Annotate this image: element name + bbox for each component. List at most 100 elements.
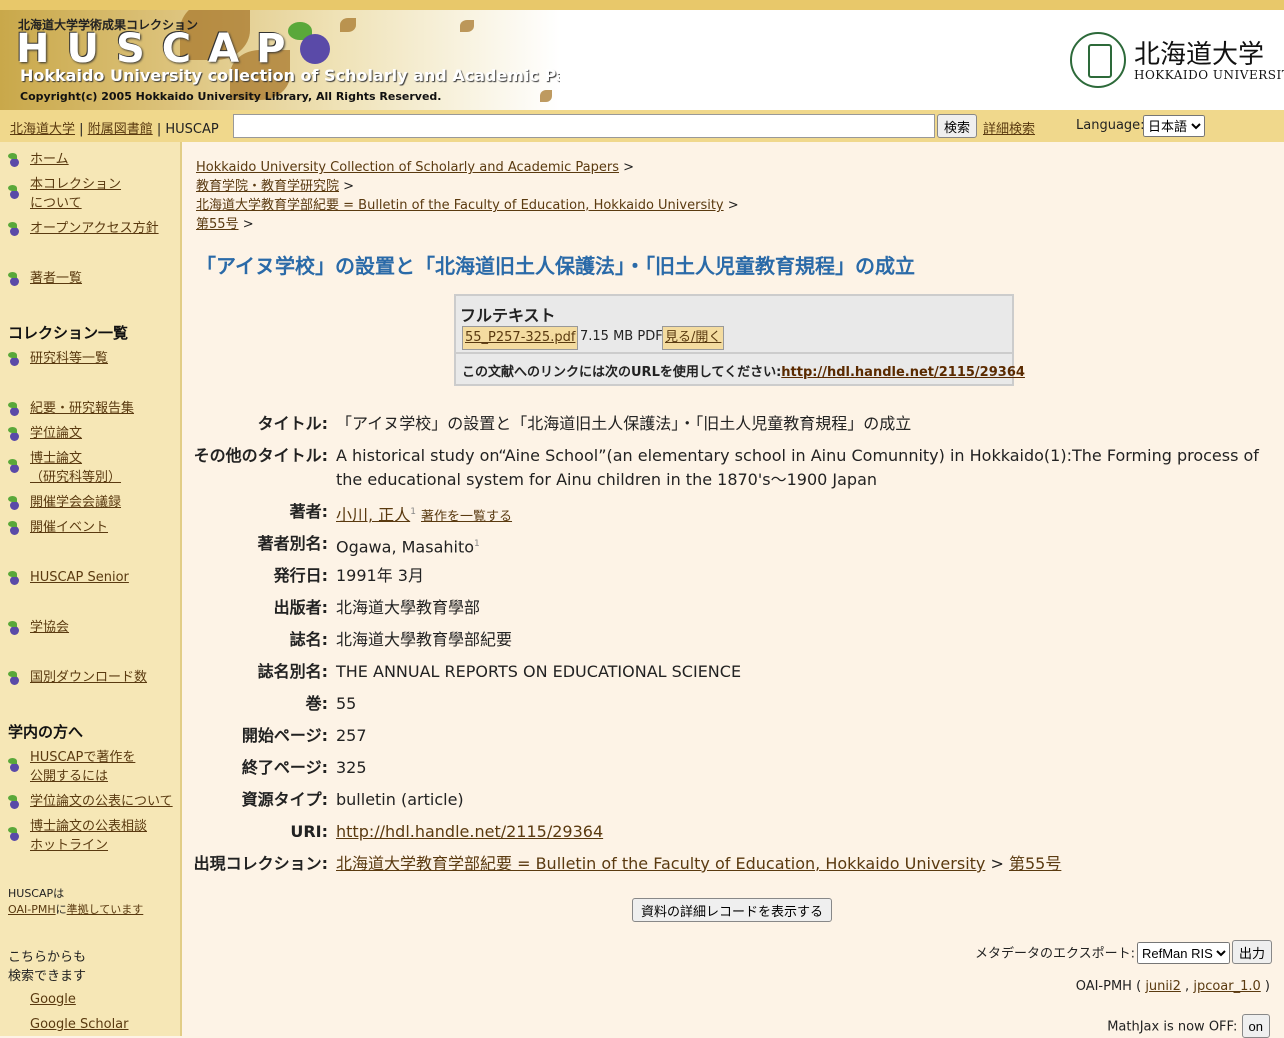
sidebar-link[interactable]: 国別ダウンロード数 [30,668,147,687]
mathjax-toggle: MathJax is now OFF: on [1107,1014,1270,1038]
leaf-decoration [460,20,474,32]
sidebar-link[interactable]: 本コレクション について [30,175,121,213]
language-label: Language: [1076,118,1145,133]
author-alt-sup: 1 [474,539,480,549]
sidebar-link[interactable]: 博士論文の公表相談 ホットライン [30,817,147,855]
sidebar-link[interactable]: オープンアクセス方針 [30,219,159,238]
permalink-label: この文献へのリンクには次のURLを使用してください: [462,365,782,380]
language-select[interactable]: 日本語 [1143,115,1205,137]
search-button[interactable]: 検索 [937,114,978,138]
sidebar-link[interactable]: 学協会 [30,618,69,637]
metadata-label: 誌名: [289,630,328,649]
sidebar-link[interactable]: HUSCAP Senior [30,568,129,587]
breadcrumb-link[interactable]: 教育学院・教育学研究院 [196,179,339,194]
huscap-banner[interactable]: 北海道大学学術成果コレクション HUSCAP Hokkaido Universi… [0,10,560,110]
huscap-bullet-icon [8,758,22,772]
leaf-decoration [540,90,552,102]
breadcrumb-separator: > [242,217,254,232]
nav-separator: | [156,122,162,137]
university-name-en: HOKKAIDO UNIVERSITY [1134,68,1284,82]
sidebar-link[interactable]: 開催イベント [30,518,108,537]
sidebar-link[interactable]: 学位論文 [30,424,82,443]
oai-compliance-link[interactable]: 準拠しています [67,903,144,916]
google-link[interactable]: Google [30,992,76,1007]
oai-note-text: HUSCAPは [8,887,65,900]
sidebar-link[interactable]: 開催学会会議録 [30,493,121,512]
metadata-value: 1991年 3月 [336,566,424,585]
sidebar-link[interactable]: 紀要・研究報告集 [30,399,134,418]
fulltext-file-link[interactable]: 55_P257-325.pdf [462,326,579,350]
export-button[interactable]: 出力 [1231,940,1272,964]
export-format-select[interactable]: RefMan RIS [1136,942,1230,964]
sidebar-link[interactable]: ホーム [30,150,69,169]
huscap-bullet-icon [8,427,22,441]
oai-jpcoar-link[interactable]: jpcoar_1.0 [1193,979,1260,994]
sidebar-item-home[interactable]: ホーム [8,150,69,169]
file-size: 7.15 MB [580,329,634,344]
show-detail-record-button[interactable]: 資料の詳細レコードを表示する [632,898,833,922]
sidebar-link[interactable]: 博士論文 （研究科等別） [30,449,121,487]
leaf-decoration [340,18,356,32]
sidebar-item-oa-policy[interactable]: オープンアクセス方針 [8,219,159,238]
metadata-value: 北海道大學教育學部 [336,598,481,617]
site-header: 北海道大学学術成果コレクション HUSCAP Hokkaido Universi… [0,10,1284,110]
sidebar-item-doctoral[interactable]: 博士論文 （研究科等別） [8,449,121,487]
mathjax-on-button[interactable]: on [1241,1014,1270,1038]
fulltext-open-link[interactable]: 見る/開く [662,326,725,350]
nav-link-university[interactable]: 北海道大学 [10,122,75,137]
sidebar-link[interactable]: 学位論文の公表について [30,792,173,811]
metadata-value: THE ANNUAL REPORTS ON EDUCATIONAL SCIENC… [336,662,742,681]
oai-junii2-link[interactable]: junii2 [1145,979,1181,994]
metadata-value: bulletin (article) [336,790,464,809]
nav-bar: 北海道大学 | 附属図書館 | HUSCAP 検索 詳細検索 Language:… [0,110,1284,142]
breadcrumb-link[interactable]: 北海道大学教育学部紀要 = Bulletin of the Faculty of… [196,198,724,213]
search-input[interactable] [233,114,935,138]
breadcrumb-separator: > [623,160,635,175]
google-scholar-link[interactable]: Google Scholar [30,1017,129,1032]
sidebar-item-departments[interactable]: 研究科等一覧 [8,349,108,368]
banner-copyright: Copyright(c) 2005 Hokkaido University Li… [20,90,442,103]
banner-subtitle: Hokkaido University collection of Schola… [20,66,560,85]
breadcrumb-link[interactable]: 第55号 [196,217,239,232]
metadata-value: 北海道大學教育學部紀要 [336,630,513,649]
search-here-text: 検索できます [8,969,87,984]
collection-issue-link[interactable]: 第55号 [1009,854,1061,873]
sidebar-item-doctoral-hotline[interactable]: 博士論文の公表相談 ホットライン [8,817,147,855]
hokkaido-university-logo[interactable]: 北海道大学 HOKKAIDO UNIVERSITY [1070,32,1284,90]
sidebar-item-theses[interactable]: 学位論文 [8,424,82,443]
sidebar-item-conference[interactable]: 開催学会会議録 [8,493,121,512]
sidebar-item-bulletins[interactable]: 紀要・研究報告集 [8,399,134,418]
sidebar-item-downloads[interactable]: 国別ダウンロード数 [8,668,147,687]
collection-link[interactable]: 北海道大学教育学部紀要 = Bulletin of the Faculty of… [336,854,985,873]
author-alt-name: Ogawa, Masahito [336,537,475,557]
sidebar-item-about[interactable]: 本コレクション について [8,175,121,213]
sidebar-link[interactable]: HUSCAPで著作を 公開するには [30,748,135,786]
collection-separator: > [990,854,1004,873]
sidebar-item-thesis-publish[interactable]: 学位論文の公表について [8,792,173,811]
advanced-search-link[interactable]: 詳細検索 [983,118,1035,137]
export-label: メタデータのエクスポート: [974,946,1135,962]
sidebar-item-senior[interactable]: HUSCAP Senior [8,568,129,587]
metadata-value: 257 [336,726,367,745]
sidebar-item-authors[interactable]: 著者一覧 [8,269,82,288]
sidebar-item-societies[interactable]: 学協会 [8,618,69,637]
oai-comma: , [1185,979,1190,994]
sidebar-heading-collections: コレクション一覧 [8,324,129,342]
sidebar-item-events[interactable]: 開催イベント [8,518,108,537]
author-works-link[interactable]: 著作を一覧する [421,509,512,524]
breadcrumb-separator: > [727,198,739,213]
metadata-label: その他のタイトル: [193,446,328,465]
breadcrumb-link[interactable]: Hokkaido University Collection of Schola… [196,160,619,175]
uri-link[interactable]: http://hdl.handle.net/2115/29364 [336,822,603,841]
search-here-note: こちらからも 検索できます [8,948,86,986]
oai-note: HUSCAPは OAI-PMHに準拠しています [8,886,143,918]
sidebar-item-publish[interactable]: HUSCAPで著作を 公開するには [8,748,135,786]
sidebar-link[interactable]: 著者一覧 [30,269,82,288]
metadata-label: 開始ページ: [241,726,328,745]
author-link[interactable]: 小川, 正人 [336,505,410,524]
oai-pmh-link[interactable]: OAI-PMH [8,903,56,916]
sidebar-link[interactable]: 研究科等一覧 [30,349,108,368]
nav-link-library[interactable]: 附属図書館 [88,122,153,137]
permalink-url[interactable]: http://hdl.handle.net/2115/29364 [781,365,1025,380]
oai-suffix: ) [1264,979,1270,994]
